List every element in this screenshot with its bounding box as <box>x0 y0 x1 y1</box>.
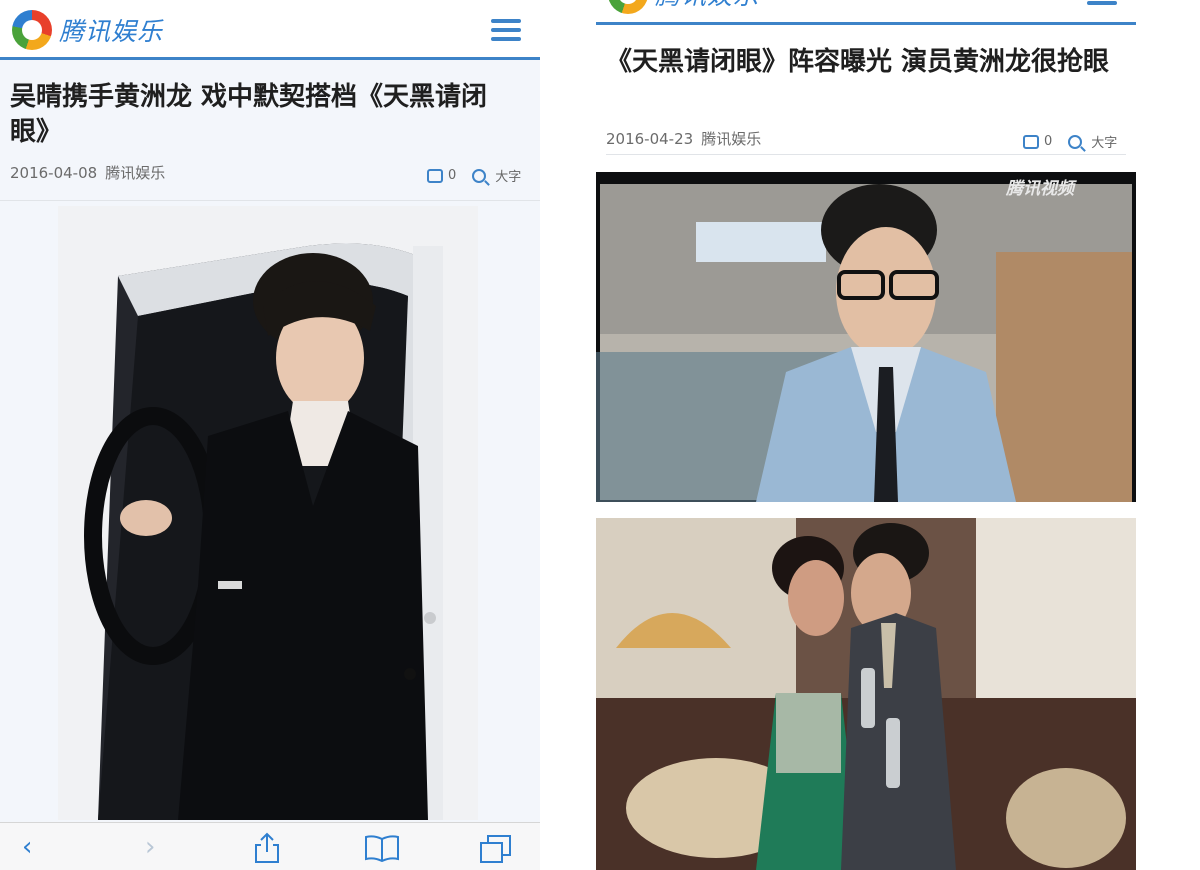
meta-divider <box>606 154 1126 155</box>
left-article-screen: 腾讯娱乐 吴晴携手黄洲龙 戏中默契搭档《天黑请闭眼》 2016-04-08 腾讯… <box>0 0 540 870</box>
comment-icon[interactable] <box>427 168 443 183</box>
brand-name: 腾讯娱乐 <box>655 0 759 12</box>
video-watermark: 腾讯视频 <box>1006 179 1074 199</box>
hamburger-menu-icon[interactable] <box>1087 0 1117 5</box>
hamburger-menu-icon[interactable] <box>491 19 521 41</box>
site-header: 腾讯娱乐 <box>0 0 540 60</box>
article-headline: 《天黑请闭眼》阵容曝光 演员黄洲龙很抢眼 <box>606 47 1110 77</box>
publish-date: 2016-04-08 <box>10 163 98 182</box>
bookmarks-icon[interactable] <box>364 834 400 866</box>
meta-divider <box>0 200 540 201</box>
source-name: 腾讯娱乐 <box>105 164 166 182</box>
article-meta: 2016-04-08 腾讯娱乐 <box>10 162 165 183</box>
comment-count[interactable]: 0 <box>448 168 456 183</box>
font-size-toggle[interactable]: 大字 <box>1091 132 1117 151</box>
video-still[interactable]: 腾讯视频 <box>596 172 1136 502</box>
comment-count[interactable]: 0 <box>1044 134 1052 149</box>
forward-icon[interactable]: › <box>145 834 155 860</box>
publish-date: 2016-04-23 <box>606 129 694 148</box>
site-header: 腾讯娱乐 <box>596 0 1136 25</box>
article-photo-car <box>58 206 478 820</box>
tabs-icon[interactable] <box>479 834 513 868</box>
article-meta: 2016-04-23 腾讯娱乐 <box>606 128 761 149</box>
video-still-illustration <box>596 184 1132 502</box>
source-name: 腾讯娱乐 <box>701 130 762 148</box>
share-icon[interactable] <box>254 832 280 868</box>
font-size-toggle[interactable]: 大字 <box>495 166 521 185</box>
tencent-logo-icon <box>12 10 52 50</box>
car-photo-illustration <box>58 206 478 820</box>
article-photo-couple <box>596 518 1136 870</box>
tencent-logo-icon <box>608 0 648 14</box>
comment-icon[interactable] <box>1023 134 1039 149</box>
right-article-screen: 腾讯娱乐 《天黑请闭眼》阵容曝光 演员黄洲龙很抢眼 2016-04-23 腾讯娱… <box>596 0 1136 870</box>
brand-logo-link[interactable]: 腾讯娱乐 <box>608 0 759 14</box>
couple-photo-illustration <box>596 518 1136 870</box>
brand-name: 腾讯娱乐 <box>59 17 164 46</box>
article-tools: 0 大字 <box>427 166 521 185</box>
browser-toolbar: ‹ › <box>0 822 540 870</box>
article-headline: 吴晴携手黄洲龙 戏中默契搭档《天黑请闭眼》 <box>10 82 488 147</box>
zoom-icon[interactable] <box>1068 134 1083 149</box>
zoom-icon[interactable] <box>472 168 487 183</box>
back-icon[interactable]: ‹ <box>22 834 32 860</box>
article-tools: 0 大字 <box>1023 132 1117 151</box>
brand-logo-link[interactable]: 腾讯娱乐 <box>12 10 163 50</box>
